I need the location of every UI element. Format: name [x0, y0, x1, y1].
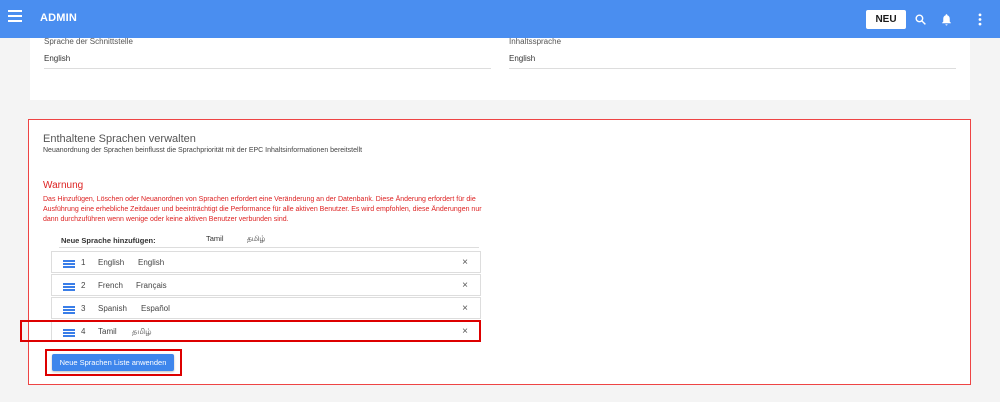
interface-language-label: Sprache der Schnittstelle: [44, 37, 133, 46]
interface-language-underline: [44, 68, 491, 69]
bell-icon[interactable]: [937, 10, 955, 28]
add-language-label: Neue Sprache hinzufügen:: [61, 236, 156, 245]
language-list-item[interactable]: 4 Tamil தமிழ் ×: [51, 320, 481, 342]
panel-subtitle: Neuanordnung der Sprachen beinflusst die…: [43, 147, 363, 154]
language-name: French: [98, 281, 123, 290]
language-native-name: Français: [136, 281, 167, 290]
language-native-name: Español: [141, 304, 170, 313]
apply-language-list-button[interactable]: Neue Sprachen Liste anwenden: [52, 354, 174, 371]
language-name: Tamil: [98, 327, 117, 336]
remove-icon[interactable]: ×: [462, 280, 468, 291]
remove-icon[interactable]: ×: [462, 303, 468, 314]
content-language-field[interactable]: English: [509, 54, 535, 63]
drag-handle-icon[interactable]: [63, 283, 75, 291]
language-native-name: English: [138, 258, 165, 267]
add-language-native[interactable]: தமிழ்: [247, 234, 265, 244]
warning-text: Das Hinzufügen, Löschen oder Neuanordnen…: [43, 196, 482, 223]
app-title: ADMIN: [40, 12, 78, 24]
language-settings-card: Sprache der Schnittstelle English Inhalt…: [30, 37, 970, 100]
language-name: English: [98, 258, 125, 267]
top-app-bar: ADMIN NEU: [0, 0, 1000, 38]
language-priority: 1: [81, 258, 86, 267]
language-list-item[interactable]: 1 English English ×: [51, 251, 481, 273]
new-button[interactable]: NEU: [866, 10, 906, 29]
language-priority: 3: [81, 304, 86, 313]
language-priority: 4: [81, 327, 86, 336]
remove-icon[interactable]: ×: [462, 326, 468, 337]
interface-language-field[interactable]: English: [44, 54, 70, 63]
content-language-underline: [509, 68, 956, 69]
search-icon[interactable]: [911, 10, 929, 28]
add-language-row: Neue Sprache hinzufügen: Tamil தமிழ்: [59, 233, 479, 248]
language-list-item[interactable]: 3 Spanish Español ×: [51, 297, 481, 319]
language-priority: 2: [81, 281, 86, 290]
menu-icon[interactable]: [8, 10, 22, 24]
drag-handle-icon[interactable]: [63, 306, 75, 314]
warning-title: Warnung: [43, 180, 84, 191]
add-language-name[interactable]: Tamil: [206, 234, 224, 243]
language-list: 1 English English × 2 French Français × …: [51, 251, 481, 343]
language-native-name: தமிழ்: [132, 327, 152, 336]
drag-handle-icon[interactable]: [63, 260, 75, 268]
manage-languages-panel: Enthaltene Sprachen verwalten Neuanordnu…: [28, 119, 971, 385]
content-language-label: Inhaltssprache: [509, 37, 562, 46]
language-list-item[interactable]: 2 French Français ×: [51, 274, 481, 296]
more-vert-icon[interactable]: [971, 10, 989, 28]
language-name: Spanish: [98, 304, 127, 313]
panel-title: Enthaltene Sprachen verwalten: [43, 133, 196, 145]
remove-icon[interactable]: ×: [462, 257, 468, 268]
drag-handle-icon[interactable]: [63, 329, 75, 337]
